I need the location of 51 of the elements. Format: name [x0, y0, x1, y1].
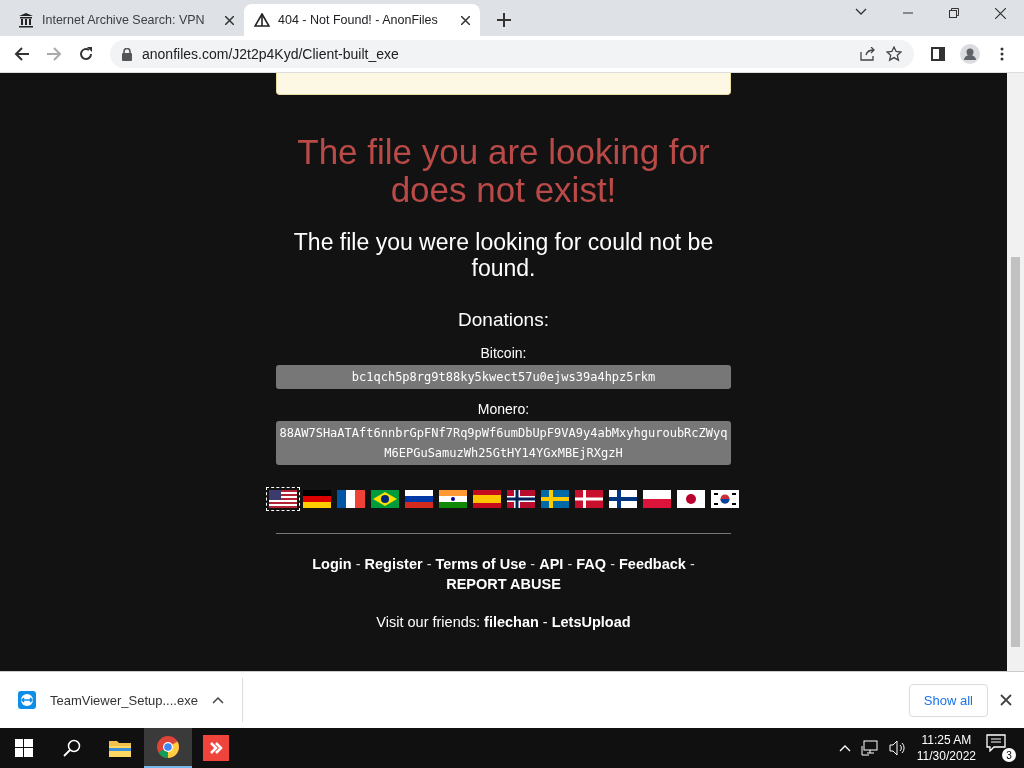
chevron-down-icon[interactable]	[855, 8, 867, 16]
friend-link[interactable]: filechan	[484, 614, 539, 630]
wallet-address: bc1qch5p8rg9t88ky5kwect57u0ejws39a4hpz5rkm	[276, 365, 731, 389]
donations-title: Donations:	[458, 309, 549, 331]
download-filename[interactable]: TeamViewer_Setup....exe	[50, 692, 198, 708]
separator: -	[355, 556, 361, 572]
museum-icon	[18, 12, 34, 28]
footer-link[interactable]: FAQ	[576, 556, 607, 572]
network-icon[interactable]	[860, 740, 879, 756]
chevron-up-icon[interactable]	[838, 744, 851, 752]
footer-link[interactable]: Feedback	[619, 556, 686, 572]
close-icon[interactable]	[1000, 694, 1012, 706]
scrollbar[interactable]	[1007, 73, 1024, 671]
browser-icon[interactable]	[144, 728, 192, 768]
separator: -	[610, 556, 615, 572]
footer-link[interactable]: REPORT ABUSE	[446, 576, 561, 592]
show-all-button[interactable]: Show all	[908, 683, 988, 717]
wallet-label: Monero:	[477, 401, 530, 417]
separator: -	[689, 556, 695, 572]
caret-icon[interactable]	[211, 696, 224, 704]
separator: -	[426, 556, 432, 572]
browser-tab[interactable]: 404 - Not Found! - AnonFiles	[244, 4, 480, 36]
wallet-label: Bitcoin:	[480, 345, 527, 361]
footer-link[interactable]: Terms of Use	[435, 556, 527, 572]
separator: -	[530, 556, 536, 572]
error-heading: The file you are looking for does not exist!	[296, 133, 711, 209]
friend-link[interactable]: LetsUpload	[551, 614, 631, 630]
footer-link[interactable]: Login	[312, 556, 352, 572]
remote-control-icon	[18, 691, 36, 709]
separator: -	[567, 556, 573, 572]
close-icon[interactable]	[461, 15, 470, 25]
clock-time[interactable]: 11:25 AM	[916, 732, 976, 748]
volume-icon[interactable]	[888, 740, 907, 756]
star-icon[interactable]	[886, 46, 902, 62]
error-message: The file you were looking for could not be found.	[292, 229, 715, 281]
close-icon[interactable]	[995, 8, 1006, 19]
restore-icon[interactable]	[949, 8, 959, 18]
address-bar[interactable]: anonfiles.com/J2t2p4Kyd/Client-built_exe	[110, 40, 914, 68]
footer-link[interactable]: Register	[364, 556, 423, 572]
notification-count: 3	[1002, 748, 1016, 762]
flag-icon[interactable]	[265, 487, 300, 511]
lock-icon	[122, 47, 132, 61]
clock-date[interactable]: 11/30/2022	[916, 748, 976, 764]
pyramid-icon	[254, 13, 270, 27]
friends-label: Visit our friends:	[376, 614, 481, 630]
share-icon[interactable]	[860, 47, 876, 61]
separator: -	[542, 614, 548, 630]
browser-tab[interactable]: Internet Archive Search: VPN	[8, 4, 244, 36]
close-icon[interactable]	[225, 15, 234, 25]
footer-link[interactable]: API	[539, 556, 564, 572]
wallet-address: 88AW7SHaATAft6nnbrGpFNf7Rq9pWf6umDbUpF9VA9y4abMxyhguroubRcZWyqM6EPGuSamuzWh25GtHY14YGxMBEjRXgzH	[276, 421, 731, 465]
